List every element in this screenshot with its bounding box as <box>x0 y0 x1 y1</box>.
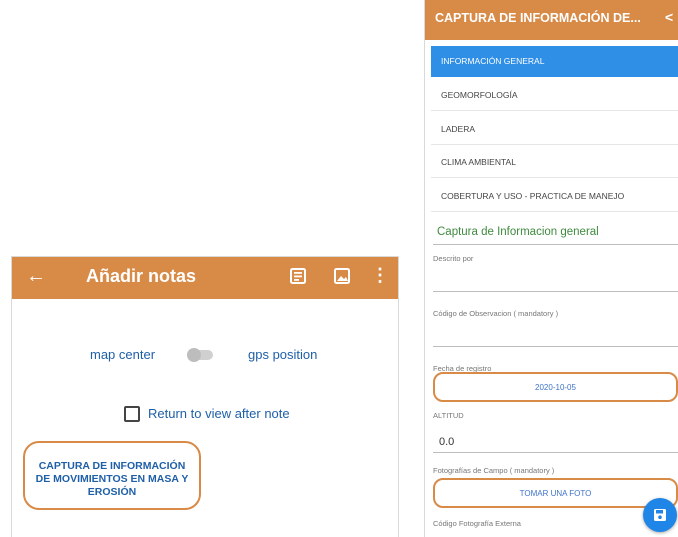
location-source-row: map center gps position <box>12 343 398 367</box>
tab-ladera[interactable]: LADERA <box>431 114 678 145</box>
capture-form-button[interactable]: CAPTURA DE INFORMACIÓN DE MOVIMIENTOS EN… <box>23 441 201 510</box>
tab-label: COBERTURA Y USO - PRACTICA DE MANEJO <box>441 191 625 201</box>
altitud-input[interactable] <box>433 452 678 453</box>
left-phone-screen: ← Añadir notas ⋮ map center gps position… <box>12 257 398 537</box>
arrow-left-icon[interactable]: ← <box>26 265 46 288</box>
fecha-registro-value: 2020-10-05 <box>535 383 576 392</box>
tab-informacion-general[interactable]: INFORMACIÓN GENERAL <box>431 46 678 77</box>
map-center-label: map center <box>90 347 156 362</box>
app-bar: ← Añadir notas ⋮ <box>12 257 398 299</box>
app-bar: CAPTURA DE INFORMACIÓN DE... < <box>425 0 678 40</box>
fecha-registro-button[interactable]: 2020-10-05 <box>433 372 678 402</box>
save-icon <box>654 509 666 521</box>
tab-cobertura-uso[interactable]: COBERTURA Y USO - PRACTICA DE MANEJO <box>431 181 678 212</box>
save-fab-button[interactable] <box>643 498 677 532</box>
fotografias-label: Fotografías de Campo ( mandatory ) <box>433 466 555 475</box>
codigo-observacion-input[interactable] <box>433 346 678 347</box>
section-divider <box>433 244 678 245</box>
capture-form-button-label: CAPTURA DE INFORMACIÓN DE MOVIMIENTOS EN… <box>35 460 189 498</box>
altitud-value: 0.0 <box>439 436 455 448</box>
tab-label: CLIMA AMBIENTAL <box>441 157 516 167</box>
return-to-view-checkbox[interactable] <box>124 406 140 422</box>
descrito-por-input[interactable] <box>433 291 678 292</box>
tomar-foto-label: TOMAR UNA FOTO <box>519 489 592 498</box>
altitud-label: ALTITUD <box>433 411 464 420</box>
tab-label: LADERA <box>441 124 476 134</box>
gps-position-label: gps position <box>248 347 318 362</box>
share-icon[interactable]: < <box>665 9 673 25</box>
tomar-foto-button[interactable]: TOMAR UNA FOTO <box>433 478 678 508</box>
tab-clima-ambiental[interactable]: CLIMA AMBIENTAL <box>431 147 678 178</box>
return-to-view-row: Return to view after note <box>124 404 384 426</box>
notes-list-icon[interactable] <box>289 267 307 285</box>
tab-label: INFORMACIÓN GENERAL <box>441 56 545 66</box>
return-to-view-label: Return to view after note <box>148 406 290 421</box>
more-vert-icon[interactable]: ⋮ <box>371 265 389 286</box>
page-title: Añadir notas <box>86 266 197 286</box>
descrito-por-label: Descrito por <box>433 254 474 263</box>
right-phone-screen: CAPTURA DE INFORMACIÓN DE... < INFORMACI… <box>425 0 678 537</box>
form-title: CAPTURA DE INFORMACIÓN DE... <box>435 11 641 25</box>
location-toggle[interactable] <box>185 347 217 363</box>
codigo-fotografia-label: Código Fotografía Externa <box>433 519 521 528</box>
section-title: Captura de Informacion general <box>437 226 599 238</box>
codigo-observacion-label: Código de Observacion ( mandatory ) <box>433 309 559 318</box>
tab-label: GEOMORFOLOGÍA <box>441 90 518 100</box>
image-icon[interactable] <box>333 267 351 285</box>
tab-geomorfologia[interactable]: GEOMORFOLOGÍA <box>431 80 678 111</box>
